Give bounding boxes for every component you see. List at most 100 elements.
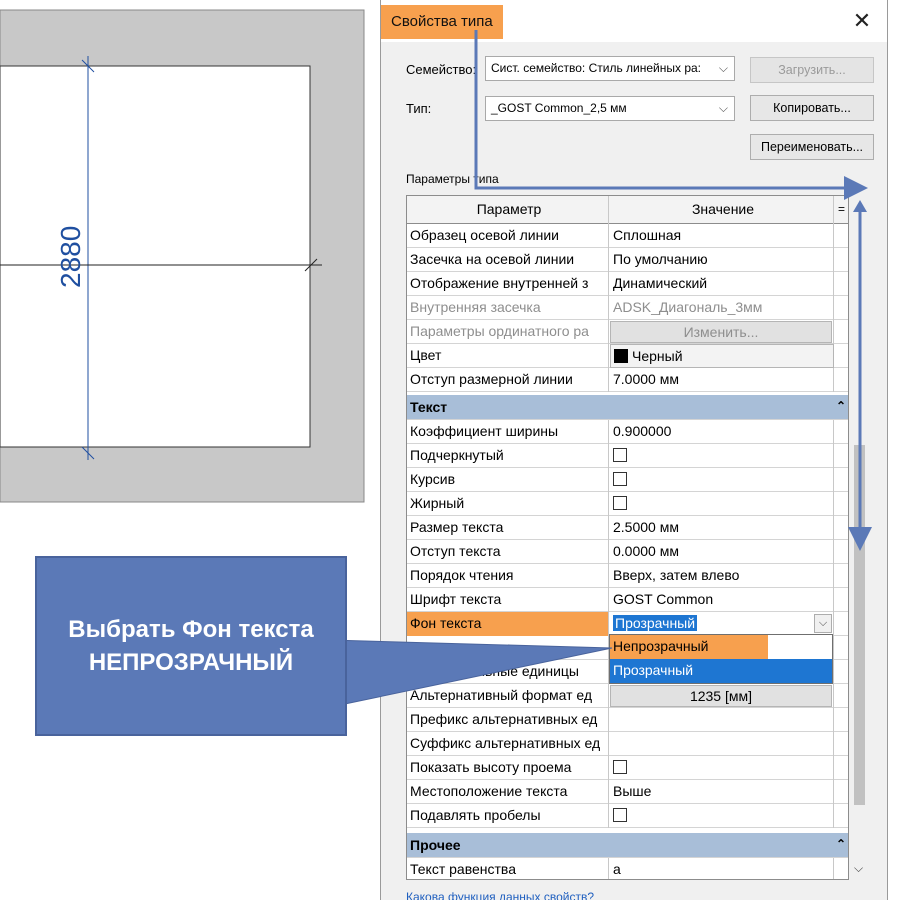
param-name: Формат единиц (407, 636, 609, 660)
param-value[interactable]: Вверх, затем влево (610, 564, 834, 588)
close-icon[interactable]: ✕ (849, 8, 875, 34)
param-value[interactable] (610, 732, 834, 756)
param-row[interactable]: Шрифт текста GOST Common (407, 588, 848, 612)
chevron-down-icon[interactable]: ⌵ (814, 614, 832, 633)
param-value[interactable]: Сплошная (610, 224, 834, 248)
param-value-text: Динамический (613, 275, 708, 291)
param-value[interactable]: 0.900000 (610, 420, 834, 444)
param-row[interactable]: Фон текста Прозрачный ⌵ (407, 612, 848, 636)
param-row[interactable]: Размер текста 2.5000 мм (407, 516, 848, 540)
rename-button[interactable]: Переименовать... (750, 134, 874, 160)
param-value-text: GOST Common (613, 591, 714, 607)
header-value[interactable]: Значение (610, 196, 834, 224)
scroll-down-icon[interactable]: ⌵ (854, 861, 863, 876)
param-name: Подавлять пробелы (407, 804, 609, 828)
param-name: Шрифт текста (407, 588, 609, 612)
double-chevron-up-icon[interactable]: ⌃ (836, 833, 846, 855)
header-formula[interactable]: = (835, 196, 848, 224)
param-value[interactable]: 2.5000 мм (610, 516, 834, 540)
group-text[interactable]: Текст ⌃ (407, 395, 848, 420)
option-transparent[interactable]: Прозрачный (610, 659, 832, 683)
type-value: _GOST Common_2,5 мм (491, 101, 627, 115)
param-name: Фон текста (407, 612, 609, 636)
param-value[interactable]: Прозрачный ⌵ (610, 612, 834, 636)
parameters-grid: Параметр Значение = Образец осевой линии… (406, 195, 849, 880)
param-value[interactable]: Выше (610, 780, 834, 804)
type-params-label: Параметры типа (406, 172, 499, 186)
dialog-title: Свойства типа (381, 5, 503, 39)
param-value[interactable] (610, 708, 834, 732)
checkbox[interactable] (613, 472, 627, 487)
scroll-thumb[interactable] (854, 445, 865, 805)
param-row[interactable]: Показать высоту проема (407, 756, 848, 780)
param-name: Параметры ординатного ра (407, 320, 609, 344)
copy-button[interactable]: Копировать... (750, 95, 874, 121)
param-row[interactable]: Параметры ординатного ра Изменить... (407, 320, 848, 344)
param-value[interactable] (610, 444, 834, 468)
param-row[interactable]: Отступ текста 0.0000 мм (407, 540, 848, 564)
grid-scrollbar[interactable]: ⌵ (851, 195, 868, 880)
family-select[interactable]: Сист. семейство: Стиль линейных ра: ⌵ (485, 56, 735, 81)
param-name: Подчеркнутый (407, 444, 609, 468)
header-param[interactable]: Параметр (407, 196, 609, 224)
param-value[interactable]: GOST Common (610, 588, 834, 612)
type-select[interactable]: _GOST Common_2,5 мм ⌵ (485, 96, 735, 121)
param-value[interactable] (610, 492, 834, 516)
param-row[interactable]: Цвет Черный (407, 344, 848, 368)
drawing-opening (0, 65, 311, 448)
param-name: Курсив (407, 468, 609, 492)
param-value[interactable] (610, 468, 834, 492)
param-row[interactable]: Подавлять пробелы (407, 804, 848, 828)
family-value: Сист. семейство: Стиль линейных ра: (491, 61, 702, 75)
param-row[interactable]: Жирный (407, 492, 848, 516)
help-link[interactable]: Какова функция данных свойств? (406, 890, 594, 900)
param-row[interactable]: Текст равенства a (407, 858, 848, 879)
param-row[interactable]: Внутренняя засечка ADSK_Диагональ_3мм (407, 296, 848, 320)
param-name: Коэффициент ширины (407, 420, 609, 444)
checkbox[interactable] (613, 448, 627, 463)
param-row[interactable]: Местоположение текста Выше (407, 780, 848, 804)
param-row[interactable]: Порядок чтения Вверх, затем влево (407, 564, 848, 588)
load-button[interactable]: Загрузить... (750, 57, 874, 83)
param-row[interactable]: Курсив (407, 468, 848, 492)
param-row[interactable]: Образец осевой линии Сплошная (407, 224, 848, 248)
double-chevron-up-icon[interactable]: ⌃ (836, 395, 846, 417)
param-value[interactable]: Изменить... (610, 320, 834, 344)
option-opaque[interactable]: Непрозрачный (610, 635, 768, 659)
color-swatch (614, 349, 628, 364)
param-value-text: 2.5000 мм (613, 519, 679, 535)
param-row[interactable]: Отображение внутренней з Динамический (407, 272, 848, 296)
param-row[interactable]: Засечка на осевой линии По умолчанию (407, 248, 848, 272)
param-name: Жирный (407, 492, 609, 516)
param-value[interactable] (610, 804, 834, 828)
param-row[interactable]: Суффикс альтернативных ед (407, 732, 848, 756)
param-value[interactable]: По умолчанию (610, 248, 834, 272)
param-value[interactable]: a (610, 858, 834, 879)
param-value[interactable]: ADSK_Диагональ_3мм (610, 296, 834, 320)
param-value[interactable]: 0.0000 мм (610, 540, 834, 564)
dimension-text[interactable]: 2880 (55, 226, 86, 288)
checkbox[interactable] (613, 808, 627, 823)
group-other[interactable]: Прочее ⌃ (407, 833, 848, 858)
cell-button[interactable]: 1235 [мм] (610, 685, 832, 707)
param-row[interactable]: Отступ размерной линии 7.0000 мм (407, 368, 848, 392)
checkbox[interactable] (613, 760, 627, 775)
param-value[interactable]: Динамический (610, 272, 834, 296)
param-value[interactable]: Черный (610, 344, 834, 368)
param-row[interactable]: Префикс альтернативных ед (407, 708, 848, 732)
param-row[interactable]: Подчеркнутый (407, 444, 848, 468)
param-name: Префикс альтернативных ед (407, 708, 609, 732)
param-name: Цвет (407, 344, 609, 368)
cell-button[interactable]: Изменить... (610, 321, 832, 343)
param-row[interactable]: Альтернативный формат ед 1235 [мм] (407, 684, 848, 708)
text-background-dropdown-list[interactable]: Непрозрачный Прозрачный (609, 634, 833, 684)
param-row[interactable]: Коэффициент ширины 0.900000 (407, 420, 848, 444)
param-value[interactable]: 1235 [мм] (610, 684, 834, 708)
family-label: Семейство: (406, 62, 477, 77)
param-value[interactable]: 7.0000 мм (610, 368, 834, 392)
grid-header: Параметр Значение = (407, 196, 848, 224)
param-value[interactable] (610, 756, 834, 780)
param-value-text: a (613, 861, 621, 877)
param-name: Местоположение текста (407, 780, 609, 804)
checkbox[interactable] (613, 496, 627, 511)
